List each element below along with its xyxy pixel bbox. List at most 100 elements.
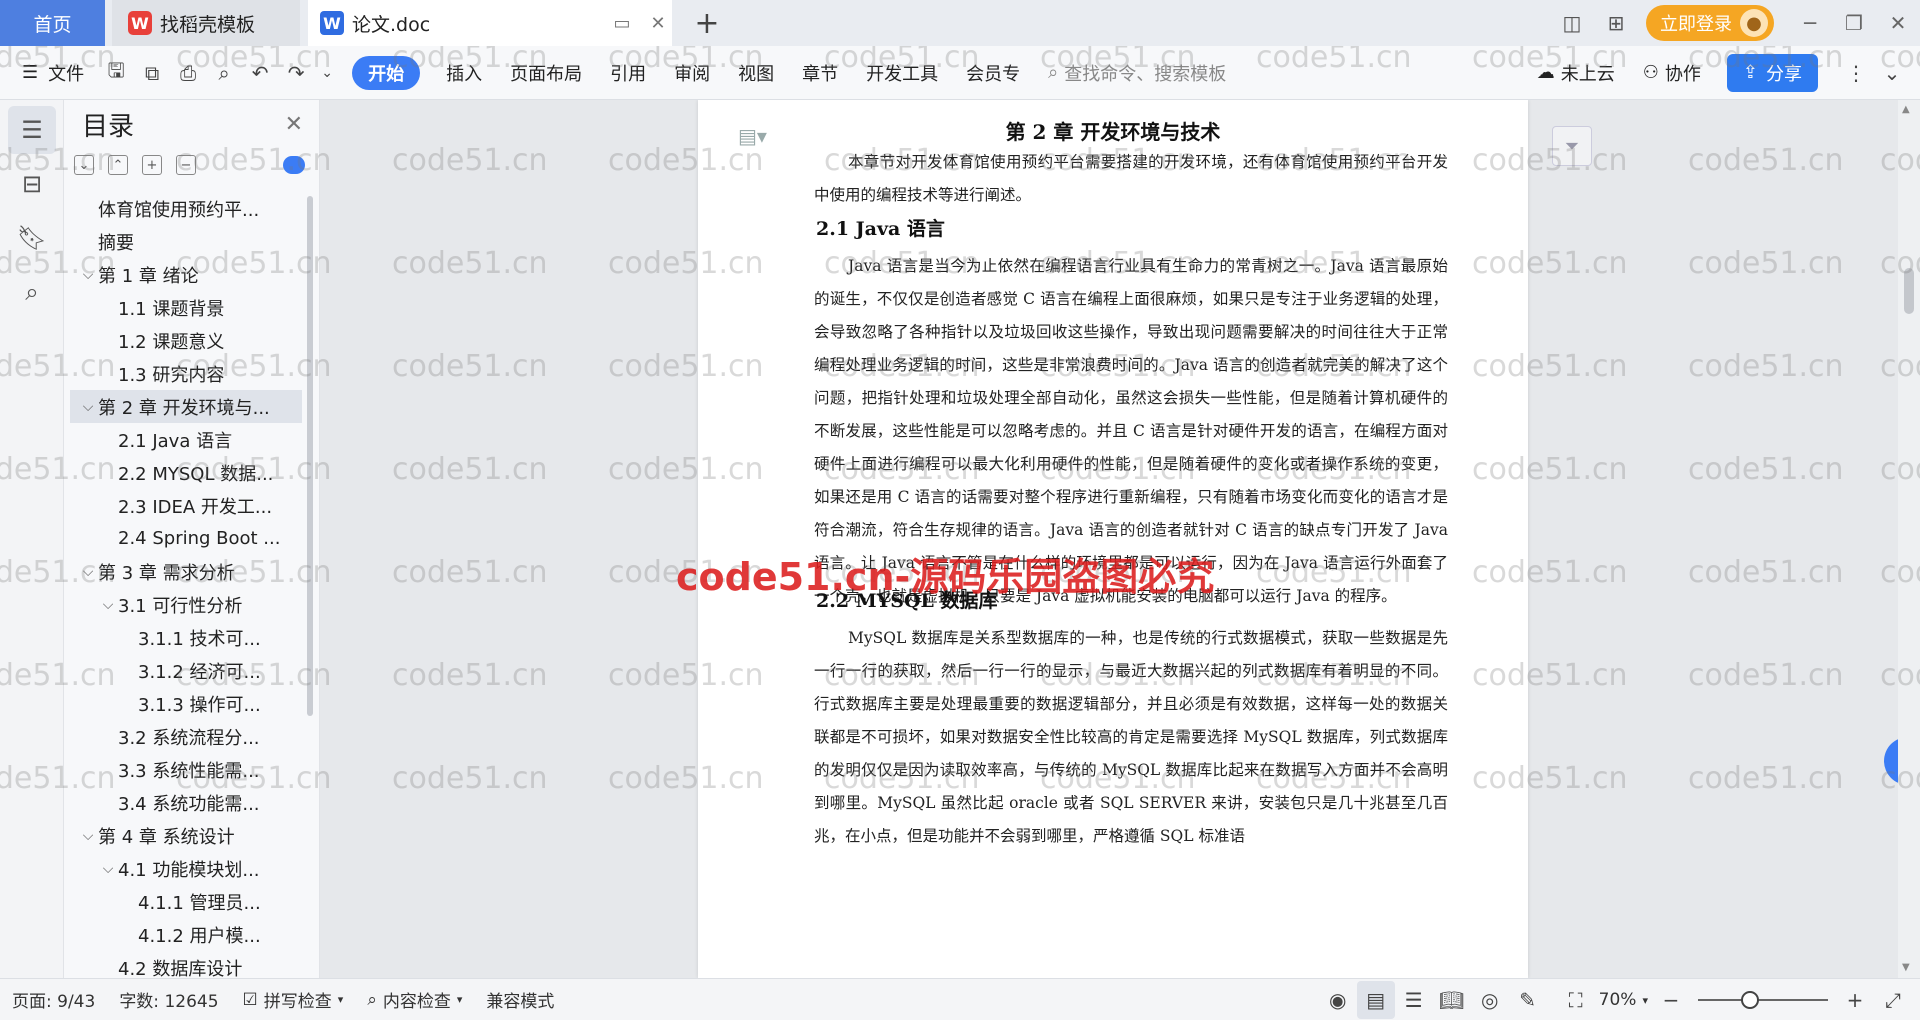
chevron-down-icon[interactable]: ⌵: [78, 267, 98, 283]
pin-window-icon[interactable]: ▭: [608, 9, 636, 37]
tab-view[interactable]: 视图: [724, 56, 788, 90]
collab-button[interactable]: ⚇ 协作: [1629, 56, 1715, 90]
write-mode-icon[interactable]: ✎: [1509, 981, 1547, 1019]
find-icon[interactable]: ⌕: [8, 268, 56, 316]
zoom-slider-handle[interactable]: [1741, 991, 1759, 1009]
remove-heading-icon[interactable]: −: [176, 155, 196, 175]
chevron-down-icon[interactable]: ⌵: [98, 597, 118, 613]
toc-item[interactable]: ⌵ 第 4 章 系统设计: [70, 819, 302, 852]
save-icon[interactable]: 🖫: [98, 56, 134, 90]
login-button[interactable]: 立即登录 ●: [1646, 5, 1774, 41]
toc-item[interactable]: 3.1.1 技术可...: [70, 621, 302, 654]
close-icon[interactable]: ✕: [285, 112, 303, 137]
print-preview-icon[interactable]: ⌕: [206, 56, 242, 90]
quick-access-dropdown-icon[interactable]: ⌄: [314, 56, 340, 90]
zoom-out-icon[interactable]: −: [1652, 981, 1690, 1019]
toc-item[interactable]: ⌵ 第 3 章 需求分析: [70, 555, 302, 588]
export-pdf-icon[interactable]: ⧉: [134, 56, 170, 90]
navigation-pane-icon[interactable]: ⊟: [8, 160, 56, 208]
redo-icon[interactable]: ↷: [278, 56, 314, 90]
toc-item[interactable]: 3.1.3 操作可...: [70, 687, 302, 720]
toc-item[interactable]: 3.3 系统性能需...: [70, 753, 302, 786]
scroll-down-icon[interactable]: ▼: [1902, 962, 1910, 973]
toc-item[interactable]: 2.2 MYSQL 数据...: [70, 456, 302, 489]
tab-review[interactable]: 审阅: [660, 56, 724, 90]
toc-item[interactable]: 体育馆使用预约平...: [70, 192, 302, 225]
apps-grid-icon[interactable]: ⊞: [1594, 0, 1638, 46]
page-view-icon[interactable]: ▤: [1356, 981, 1395, 1019]
zoom-slider[interactable]: [1698, 991, 1828, 1009]
content-check-button[interactable]: ⌕ 内容检查 ▾: [355, 987, 474, 1013]
toc-item[interactable]: ⌵ 4.1 功能模块划...: [70, 852, 302, 885]
chevron-down-icon[interactable]: ⌵: [98, 861, 118, 877]
collapse-panel-icon[interactable]: ⏷: [1552, 126, 1592, 166]
toc-item[interactable]: 3.2 系统流程分...: [70, 720, 302, 753]
eye-protection-icon[interactable]: ◉: [1319, 981, 1357, 1019]
toc-scrollbar[interactable]: [307, 196, 313, 716]
document-page[interactable]: ▤▾ 第 2 章 开发环境与技术 本章节对开发体育馆使用预约平台需要搭建的开发环…: [698, 100, 1528, 978]
bookmark-icon[interactable]: 🔖︎: [8, 214, 56, 262]
close-tab-icon[interactable]: ✕: [644, 9, 672, 37]
chevron-down-icon[interactable]: ⌵: [78, 828, 98, 844]
share-button[interactable]: ⇪ 分享: [1726, 53, 1818, 92]
word-count[interactable]: 字数: 12645: [107, 987, 230, 1012]
tab-references[interactable]: 引用: [596, 56, 660, 90]
chevron-down-icon[interactable]: ⌵: [78, 399, 98, 415]
layout-toggle-icon[interactable]: ◫: [1550, 0, 1594, 46]
page-count[interactable]: 页面: 9/43: [0, 987, 107, 1012]
toc-item[interactable]: 2.4 Spring Boot ...: [70, 522, 302, 555]
more-icon[interactable]: ⋮: [1838, 56, 1874, 90]
toc-item[interactable]: ⌵ 3.1 可行性分析: [70, 588, 302, 621]
ai-assistant-icon[interactable]: [283, 156, 305, 174]
toc-item[interactable]: 2.1 Java 语言: [70, 423, 302, 456]
toc-item[interactable]: 3.1.2 经济可...: [70, 654, 302, 687]
zoom-in-icon[interactable]: +: [1836, 981, 1874, 1019]
tab-page-layout[interactable]: 页面布局: [496, 56, 596, 90]
toc-item[interactable]: 1.1 课题背景: [70, 291, 302, 324]
close-window-icon[interactable]: ✕: [1876, 0, 1920, 46]
expand-all-icon[interactable]: ⌃: [108, 155, 128, 175]
file-menu[interactable]: ☰ 文件: [0, 56, 98, 90]
toc-item[interactable]: 摘要: [70, 225, 302, 258]
minimize-icon[interactable]: ─: [1788, 0, 1832, 46]
tab-start[interactable]: 开始: [352, 55, 421, 90]
vertical-scrollbar[interactable]: ▲ ▼: [1898, 100, 1920, 978]
print-icon[interactable]: ⎙: [170, 56, 206, 90]
web-view-icon[interactable]: ◎: [1471, 981, 1509, 1019]
toc-item[interactable]: 1.3 研究内容: [70, 357, 302, 390]
collapse-all-icon[interactable]: ⌄: [74, 155, 94, 175]
new-tab-button[interactable]: +: [690, 6, 724, 41]
toc-item[interactable]: 3.4 系统功能需...: [70, 786, 302, 819]
reading-view-icon[interactable]: 📖︎: [1433, 981, 1471, 1019]
toc-item[interactable]: ⌵ 第 1 章 绪论: [70, 258, 302, 291]
outline-view-icon[interactable]: ☰: [1395, 981, 1433, 1019]
scroll-up-icon[interactable]: ▲: [1902, 104, 1910, 115]
add-heading-icon[interactable]: +: [142, 155, 162, 175]
collapse-ribbon-icon[interactable]: ⌄: [1874, 56, 1910, 90]
toc-item[interactable]: 4.2 数据库设计: [70, 951, 302, 979]
chevron-down-icon[interactable]: ⌵: [78, 564, 98, 580]
chevron-down-icon: ▾: [1642, 993, 1648, 1007]
scrollbar-thumb[interactable]: [1904, 268, 1914, 314]
toc-item[interactable]: ⌵ 第 2 章 开发环境与...: [70, 390, 302, 423]
tab-member[interactable]: 会员专: [952, 56, 1034, 90]
tab-document[interactable]: W 论文.doc ▭ ✕: [308, 0, 672, 46]
tab-home[interactable]: 首页: [0, 0, 105, 46]
toc-item[interactable]: 1.2 课题意义: [70, 324, 302, 357]
tab-insert[interactable]: 插入: [432, 56, 496, 90]
tab-templates[interactable]: W 找稻壳模板: [112, 0, 300, 46]
cloud-status[interactable]: ☁ 未上云: [1523, 56, 1629, 90]
tab-developer[interactable]: 开发工具: [852, 56, 952, 90]
zoom-level[interactable]: 70% ▾: [1595, 990, 1652, 1010]
restore-icon[interactable]: ❐: [1832, 0, 1876, 46]
toc-item[interactable]: 2.3 IDEA 开发工...: [70, 489, 302, 522]
undo-icon[interactable]: ↶: [242, 56, 278, 90]
fit-page-icon[interactable]: ⛶: [1557, 981, 1595, 1019]
command-search[interactable]: ⌕ 查找命令、搜索模板: [1048, 60, 1378, 86]
tab-section[interactable]: 章节: [788, 56, 852, 90]
spell-check-button[interactable]: ☑ 拼写检查 ▾: [231, 987, 356, 1013]
toc-item[interactable]: 4.1.1 管理员...: [70, 885, 302, 918]
toc-item[interactable]: 4.1.2 用户模...: [70, 918, 302, 951]
toc-panel-icon[interactable]: ☰: [8, 106, 56, 154]
fullscreen-icon[interactable]: ⤢: [1874, 981, 1912, 1019]
